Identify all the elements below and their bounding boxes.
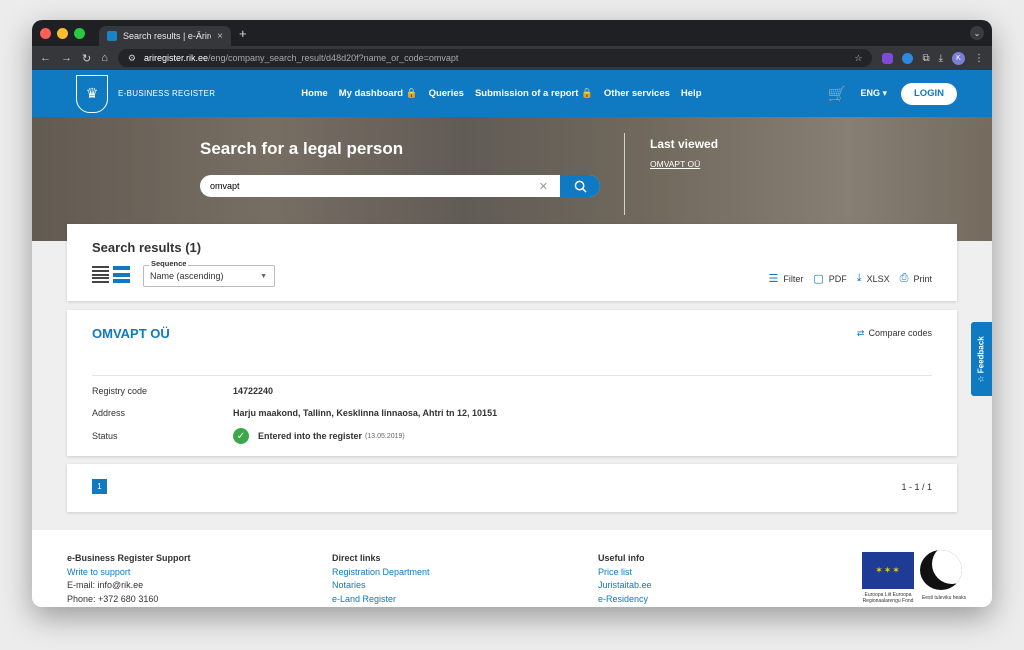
compare-icon: ⇄ [856,328,865,338]
feedback-button[interactable]: ☆ Feedback [971,322,992,396]
results-card: Search results (1) Sequence Name (ascend… [67,224,957,301]
sequence-select[interactable]: Sequence Name (ascending) ▼ [143,259,275,287]
new-tab-button[interactable]: + [239,26,247,41]
browser-menu-icon[interactable]: ⋮ [974,53,984,64]
last-viewed-link[interactable]: OMVAPT OÜ [650,159,700,169]
address-row: Address Harju maakond, Tallinn, Kesklinn… [92,408,498,418]
forward-icon[interactable]: → [61,52,72,65]
search-input[interactable] [200,181,539,191]
company-card: OMVAPT OÜ ⇄ Compare codes Registry code 1… [67,310,957,456]
search-button[interactable] [560,175,600,197]
xlsx-button[interactable]: ⤓ XLSX [857,272,890,285]
menu-other-services[interactable]: Other services [604,88,670,99]
status-date: (13.05.2019) [365,432,405,440]
tab-search-icon[interactable]: ⌄ [970,26,984,40]
login-button[interactable]: LOGIN [901,82,957,105]
clear-icon[interactable]: ✕ [539,180,548,193]
results-title: Search results (1) [92,240,202,255]
page-title: Search for a legal person [200,139,404,158]
filter-button[interactable]: ☰ Filter [769,272,804,285]
profile-avatar[interactable]: K [952,51,965,65]
pagination: 1 1 - 1 / 1 [67,464,957,512]
page-button[interactable]: 1 [92,479,107,494]
card-view-icon[interactable] [113,266,130,283]
search-hero: Search for a legal person ✕ Last viewed … [32,117,992,241]
site-info-icon[interactable]: ⚙ [128,53,136,64]
page-content: ♛ E-BUSINESS REGISTER Home My dashboard … [32,70,992,607]
bookmark-star-icon[interactable]: ☆ [854,53,862,64]
reload-icon[interactable]: ↻ [82,52,91,65]
sequence-value: Name (ascending) [150,271,224,281]
url-host: ariregister.rik.ee [143,53,208,63]
footer-support: e-Business Register Support Write to sup… [67,553,191,604]
sequence-label: Sequence [149,259,189,268]
pdf-icon: ▢ [813,273,824,285]
compare-codes-button[interactable]: ⇄ Compare codes [857,328,932,339]
download-icon: ⤓ [856,272,862,284]
minimize-window-button[interactable] [57,27,68,39]
tab-title: Search results | e-Äriregister [123,31,211,41]
search-box: ✕ [200,175,600,197]
menu-dashboard[interactable]: My dashboard 🔒 [339,88,418,99]
url-path: /eng/company_search_result/d48d20f?name_… [207,53,459,63]
site-footer: e-Business Register Support Write to sup… [32,530,992,607]
address-bar: ← → ↻ ⌂ ⚙ ariregister.rik.ee/eng/company… [32,46,992,70]
status-row: Status ✓ Entered into the register (13.0… [92,428,405,444]
main-menu: Home My dashboard 🔒 Queries Submission o… [301,88,701,99]
window-controls [40,27,85,39]
registry-code-row: Registry code 14722240 [92,386,274,396]
url-field[interactable]: ⚙ ariregister.rik.ee/eng/company_search_… [117,49,873,67]
eu-flag-icon: ✶✶✶ [862,552,914,589]
site-header: ♛ E-BUSINESS REGISTER Home My dashboard … [32,70,992,117]
company-name-link[interactable]: OMVAPT OÜ [92,326,170,341]
ee-caption: Eesti tuleviku heaks [921,595,967,601]
estonia-future-logo-icon [920,550,962,590]
download-icon[interactable]: ⤓ [939,53,943,64]
page-range: 1 - 1 / 1 [901,482,932,492]
menu-submission[interactable]: Submission of a report 🔒 [475,88,593,99]
filter-icon: ☰ [768,273,779,285]
coat-of-arms-icon[interactable]: ♛ [76,74,108,113]
language-select[interactable]: ENG ▾ [860,88,887,99]
footer-useful-info: Useful info Price list Juristaitab.ee e-… [598,553,652,604]
extension-drop-icon[interactable] [902,52,914,64]
browser-window: Search results | e-Äriregister × + ⌄ ← →… [32,20,992,607]
divider [92,375,932,376]
list-view-icon[interactable] [92,266,109,283]
check-icon: ✓ [233,428,249,444]
pdf-button[interactable]: ▢ PDF [813,272,846,285]
tab-close-icon[interactable]: × [217,31,223,42]
menu-queries[interactable]: Queries [429,88,464,99]
home-icon[interactable]: ⌂ [101,52,108,65]
brand-name[interactable]: E-BUSINESS REGISTER [118,89,215,98]
cart-icon[interactable]: 🛒 [828,85,847,103]
browser-tab[interactable]: Search results | e-Äriregister × [99,26,231,46]
chevron-down-icon: ▼ [260,273,267,280]
back-icon[interactable]: ← [40,52,51,65]
favicon-icon [107,31,117,41]
menu-home[interactable]: Home [301,88,327,99]
extensions-puzzle-icon[interactable]: ⧉ [922,53,929,64]
close-window-button[interactable] [40,27,51,39]
menu-help[interactable]: Help [681,88,702,99]
zoom-window-button[interactable] [74,27,85,39]
print-button[interactable]: ⎙ Print [900,272,932,285]
hero-divider [624,133,625,215]
last-viewed-title: Last viewed [650,137,719,151]
printer-icon: ⎙ [899,272,909,284]
extension-icon[interactable] [882,52,894,64]
write-to-support-link[interactable]: Write to support [67,566,191,580]
tab-bar: Search results | e-Äriregister × + ⌄ [32,20,992,46]
footer-direct-links: Direct links Registration Department Not… [332,553,430,604]
search-icon [574,180,587,193]
